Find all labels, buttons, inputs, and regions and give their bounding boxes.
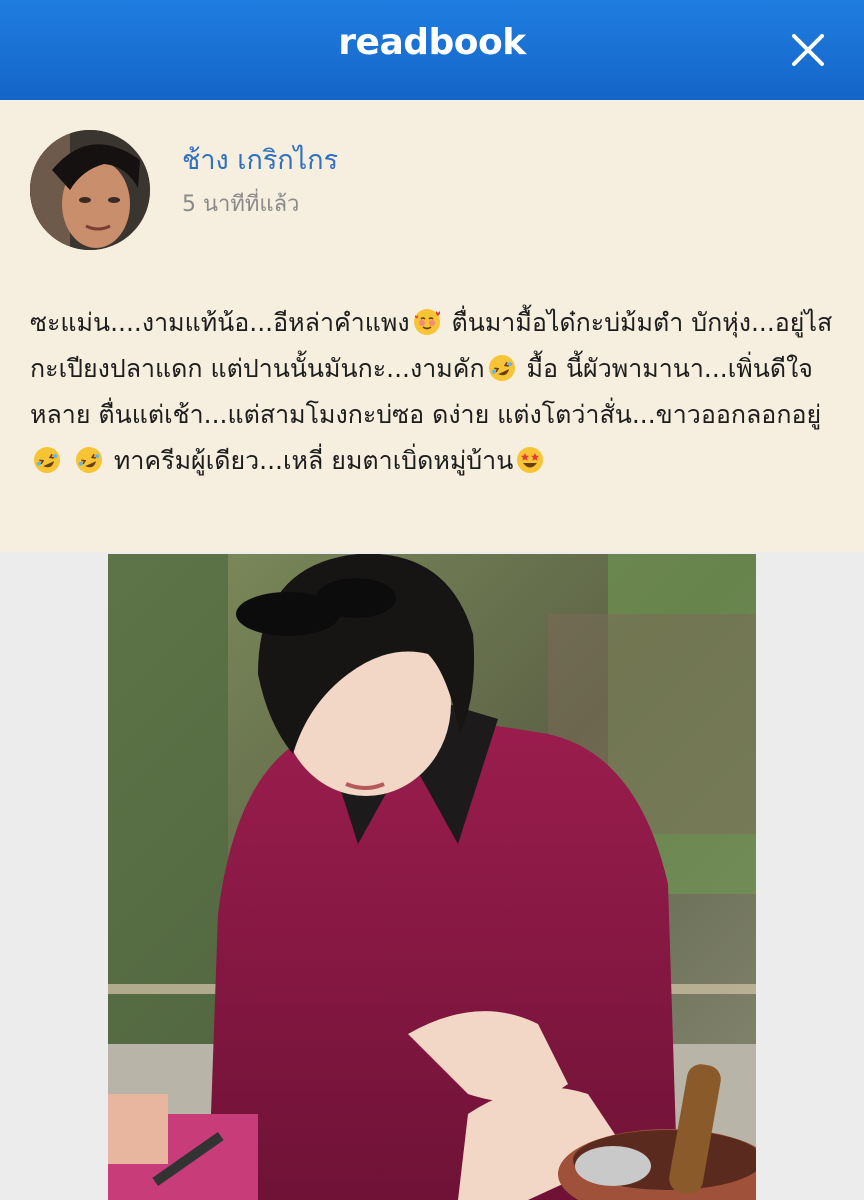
smiling-face-with-hearts-icon bbox=[413, 309, 440, 335]
app-title: readbook bbox=[338, 22, 526, 63]
post-timestamp: 5 นาทีที่แล้ว bbox=[182, 192, 300, 217]
star-struck-icon bbox=[517, 447, 544, 473]
post-text-segment bbox=[64, 446, 72, 475]
post-text-segment: ทาครีมผู้เดียว...เหลี่ ยมตาเบิ่ดหมู่บ้าน bbox=[105, 446, 514, 475]
rolling-on-floor-laughing-icon bbox=[75, 447, 102, 473]
post-text-segment: ซะแม่น....งามแท้น้อ...อีหล่าคำแพง bbox=[30, 308, 410, 337]
post-photo-image bbox=[108, 554, 756, 1200]
avatar[interactable] bbox=[30, 130, 150, 250]
close-icon[interactable] bbox=[788, 30, 828, 70]
avatar-image bbox=[30, 130, 150, 250]
rolling-on-floor-laughing-icon bbox=[34, 447, 60, 473]
post-text: ซะแม่น....งามแท้น้อ...อีหล่าคำแพง ตื่นมา… bbox=[30, 300, 840, 484]
app-header: readbook bbox=[0, 0, 864, 100]
post-photo[interactable] bbox=[108, 554, 756, 1200]
rolling-on-floor-laughing-icon bbox=[488, 355, 515, 381]
post-card: ช้าง เกริกไกร 5 นาทีที่แล้ว ซะแม่น....งา… bbox=[0, 100, 864, 552]
author-name[interactable]: ช้าง เกริกไกร bbox=[182, 138, 338, 181]
